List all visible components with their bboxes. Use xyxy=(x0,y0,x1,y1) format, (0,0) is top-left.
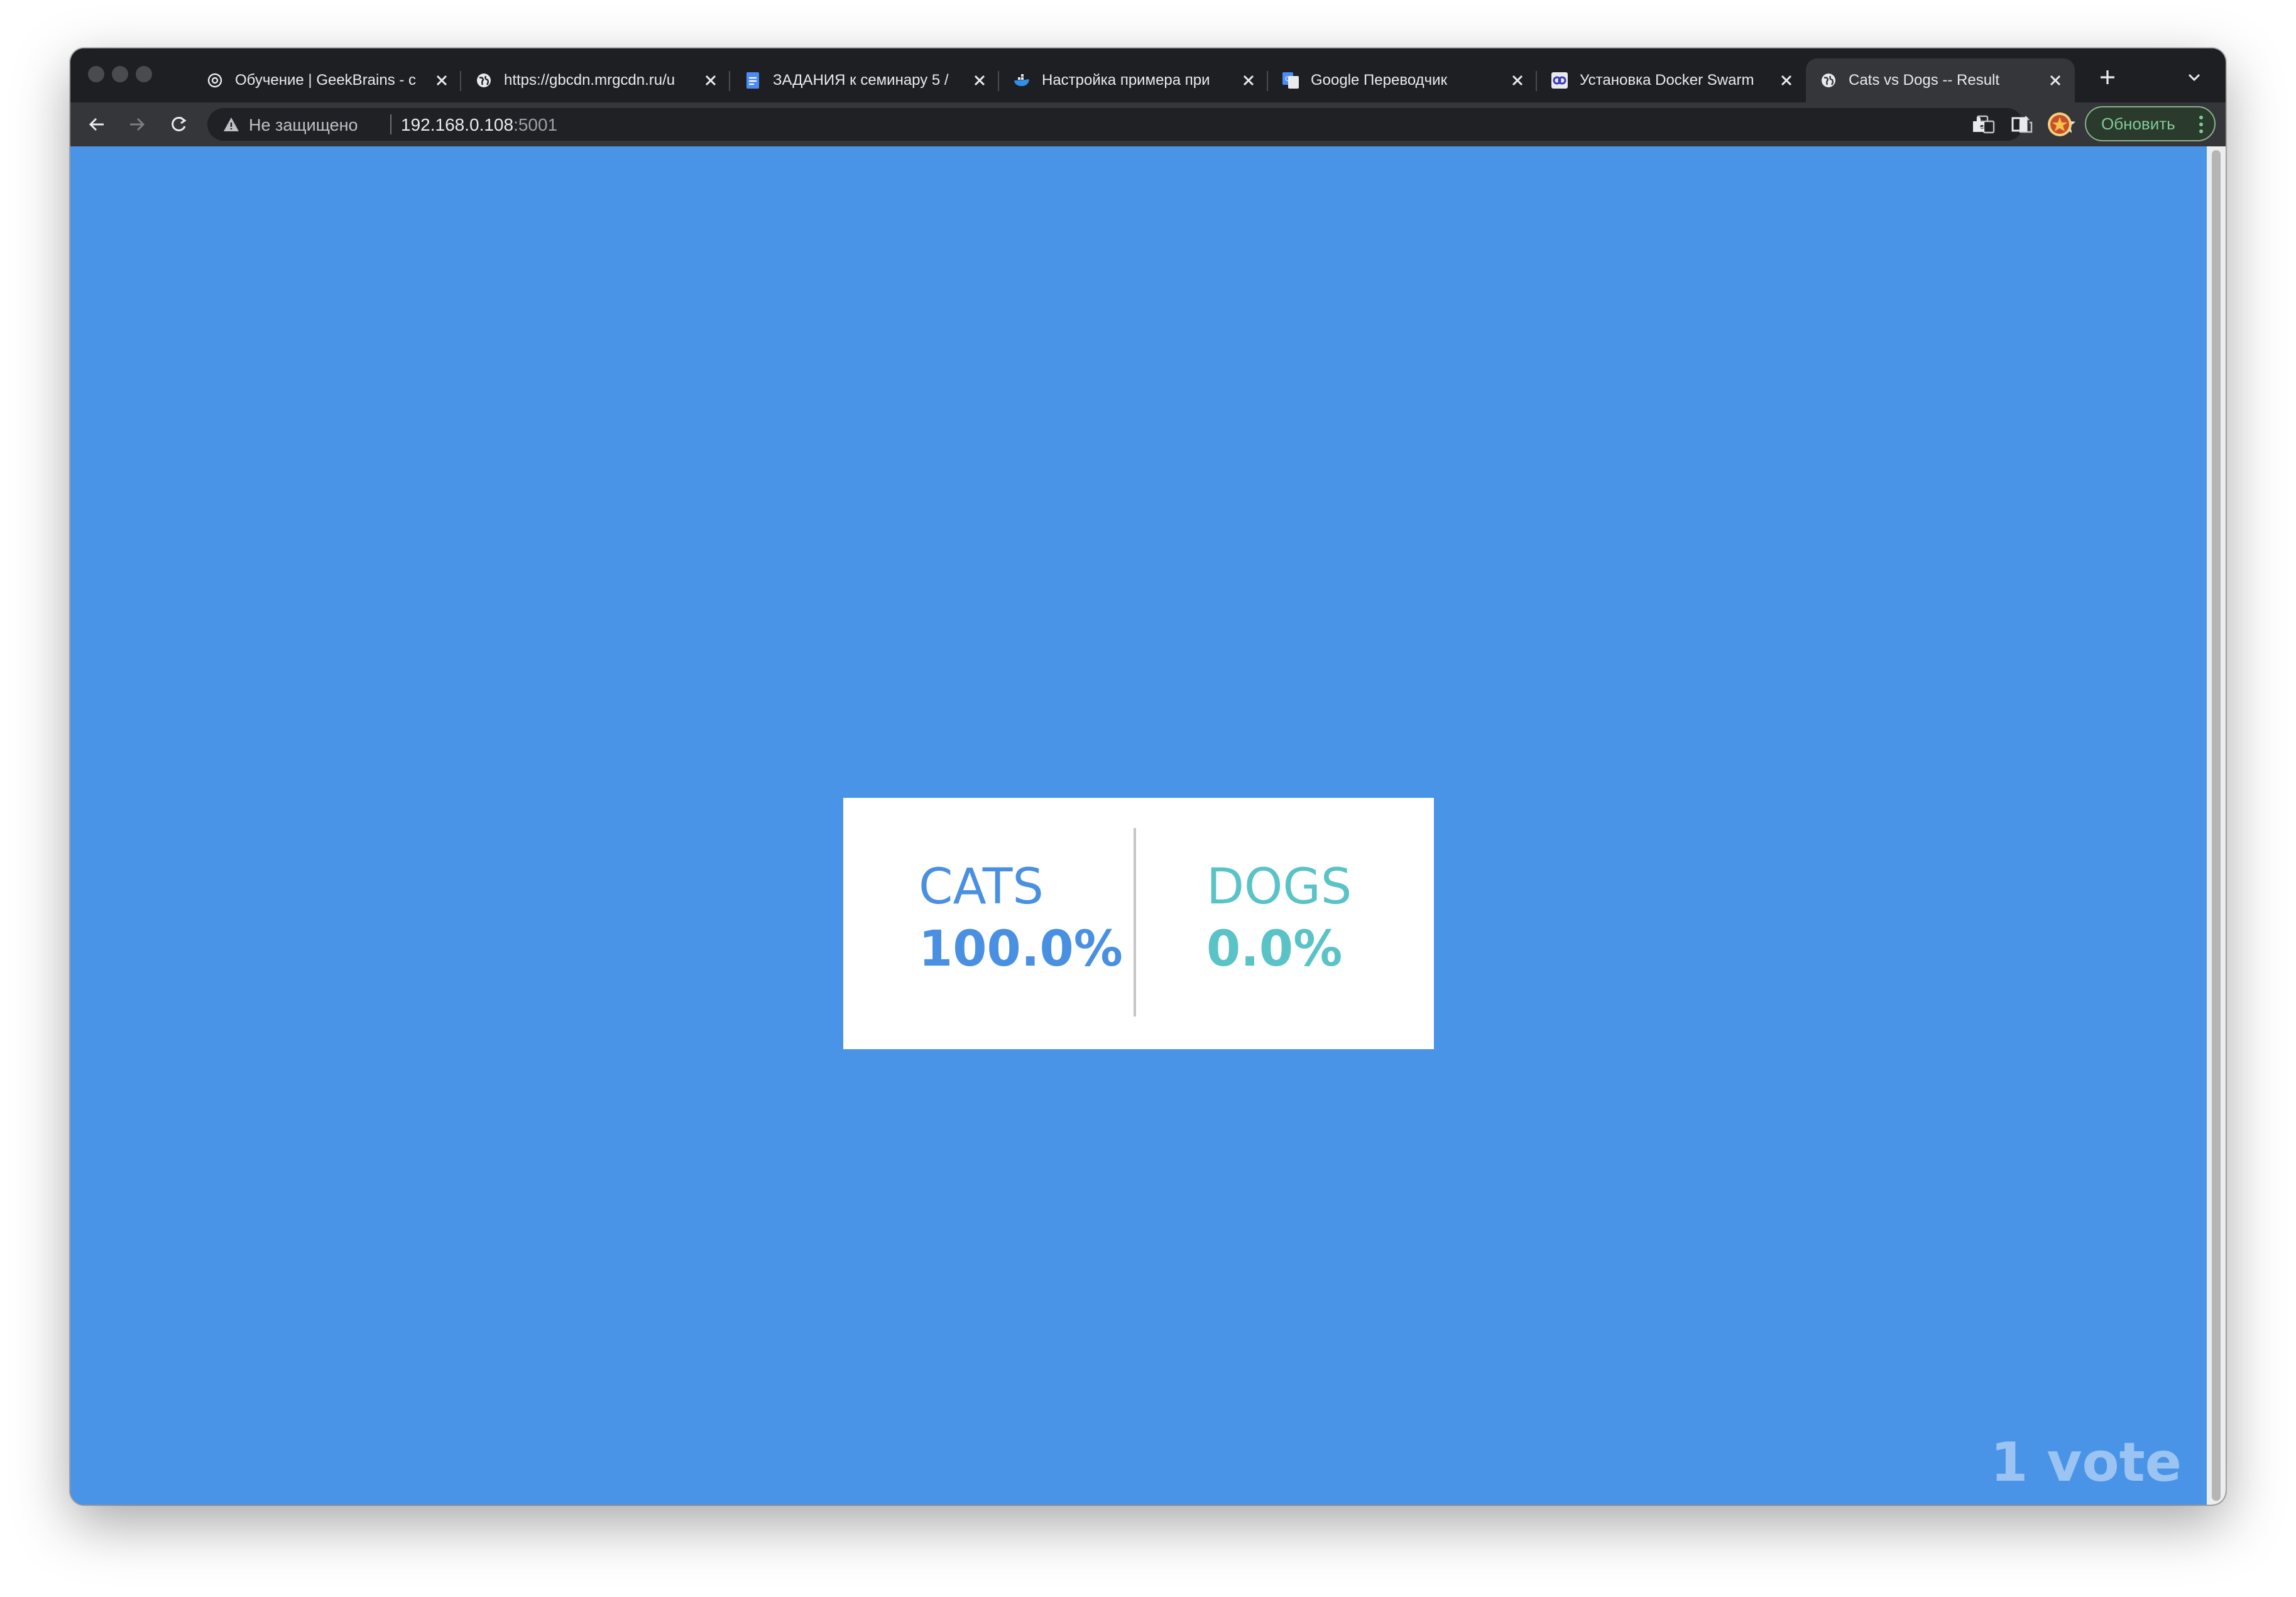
browser-toolbar: Не защищено 192.168.0.108:5001 G Обновит… xyxy=(70,102,2226,146)
plus-icon xyxy=(2101,70,2114,84)
globe-icon xyxy=(475,72,493,89)
url-text[interactable]: 192.168.0.108:5001 xyxy=(401,115,557,135)
cats-label: CATS xyxy=(919,859,1044,915)
close-icon[interactable] xyxy=(970,71,989,90)
arrow-right-icon xyxy=(130,117,145,131)
address-divider xyxy=(390,114,391,134)
page-content: CATS 100.0% DOGS 0.0% 1 vote xyxy=(70,146,2207,1505)
tab-cats-vs-dogs[interactable]: Cats vs Dogs -- Result xyxy=(1806,58,2075,102)
browser-window: Обучение | GeekBrains - с https://gbcdn.… xyxy=(70,48,2226,1505)
forward-button[interactable] xyxy=(124,112,150,137)
side-panel-icon xyxy=(2011,117,2028,132)
window-zoom-dot[interactable] xyxy=(136,66,152,82)
url-host: 192.168.0.108 xyxy=(401,115,514,134)
scrollbar-thumb[interactable] xyxy=(2212,150,2221,1501)
arrow-left-icon xyxy=(89,117,104,131)
close-icon[interactable] xyxy=(2046,71,2065,90)
svg-text:G: G xyxy=(1285,75,1291,83)
chevron-down-icon xyxy=(2188,74,2200,82)
tab-title: Google Переводчик xyxy=(1311,72,1448,89)
warning-icon[interactable] xyxy=(222,116,240,133)
cats-result: CATS 100.0% xyxy=(919,859,1123,984)
update-button-label: Обновить xyxy=(2101,114,2175,133)
close-icon[interactable] xyxy=(1777,71,1796,90)
extensions-button[interactable] xyxy=(1967,112,1992,137)
tab-title: ЗАДАНИЯ к семинару 5 / xyxy=(773,72,949,89)
reload-button[interactable] xyxy=(166,112,191,137)
dogs-label: DOGS xyxy=(1206,859,1352,915)
url-port: :5001 xyxy=(513,115,558,134)
docker-icon xyxy=(1013,72,1030,89)
more-vert-icon xyxy=(2199,116,2203,133)
avatar xyxy=(2048,112,2072,136)
side-panel-button[interactable] xyxy=(2007,112,2032,137)
tab-title: Настройка примера при xyxy=(1042,72,1210,89)
google-translate-icon: G xyxy=(1282,72,1299,89)
tab-title: Установка Docker Swarm xyxy=(1580,72,1754,89)
tab-geekbrains[interactable]: Обучение | GeekBrains - с xyxy=(192,58,461,102)
tab-title: Обучение | GeekBrains - с xyxy=(235,72,417,89)
tab-docs[interactable]: ЗАДАНИЯ к семинару 5 / xyxy=(730,58,999,102)
close-icon[interactable] xyxy=(701,71,720,90)
tab-docker-swarm[interactable]: Установка Docker Swarm xyxy=(1537,58,1806,102)
security-label[interactable]: Не защищено xyxy=(249,116,358,135)
close-icon[interactable] xyxy=(432,71,451,90)
result-divider xyxy=(1134,828,1136,1017)
result-card: CATS 100.0% DOGS 0.0% xyxy=(843,798,1434,1049)
globe-icon xyxy=(1820,72,1837,89)
address-bar[interactable]: Не защищено 192.168.0.108:5001 G xyxy=(207,108,2075,141)
chatgpt-icon xyxy=(206,72,224,89)
reload-icon xyxy=(172,116,187,131)
tab-gbcdn[interactable]: https://gbcdn.mrgcdn.ru/u xyxy=(461,58,730,102)
update-button[interactable]: Обновить xyxy=(2085,106,2216,141)
tab-title: Cats vs Dogs -- Result xyxy=(1849,72,2000,89)
site-icon xyxy=(1551,72,1568,89)
vote-count: 1 vote xyxy=(1990,1431,2182,1494)
window-minimize-dot[interactable] xyxy=(112,66,128,82)
close-icon[interactable] xyxy=(1508,71,1527,90)
close-icon[interactable] xyxy=(1239,71,1258,90)
tab-title: https://gbcdn.mrgcdn.ru/u xyxy=(504,72,675,89)
dogs-percent: 0.0% xyxy=(1206,921,1343,978)
tab-search-button[interactable] xyxy=(2182,65,2207,90)
back-button[interactable] xyxy=(84,112,109,137)
tab-docker-example[interactable]: Настройка примера при xyxy=(999,58,1268,102)
dogs-result: DOGS 0.0% xyxy=(1206,859,1352,984)
tab-strip: Обучение | GeekBrains - с https://gbcdn.… xyxy=(70,48,2226,102)
new-tab-button[interactable] xyxy=(2095,65,2120,90)
cats-percent: 100.0% xyxy=(919,921,1123,978)
scrollbar[interactable] xyxy=(2207,146,2226,1505)
puzzle-icon xyxy=(1973,117,1984,132)
profile-button[interactable] xyxy=(2047,112,2072,137)
google-docs-icon xyxy=(744,72,762,89)
window-close-dot[interactable] xyxy=(88,66,104,82)
tab-google-translate[interactable]: G Google Переводчик xyxy=(1268,58,1537,102)
